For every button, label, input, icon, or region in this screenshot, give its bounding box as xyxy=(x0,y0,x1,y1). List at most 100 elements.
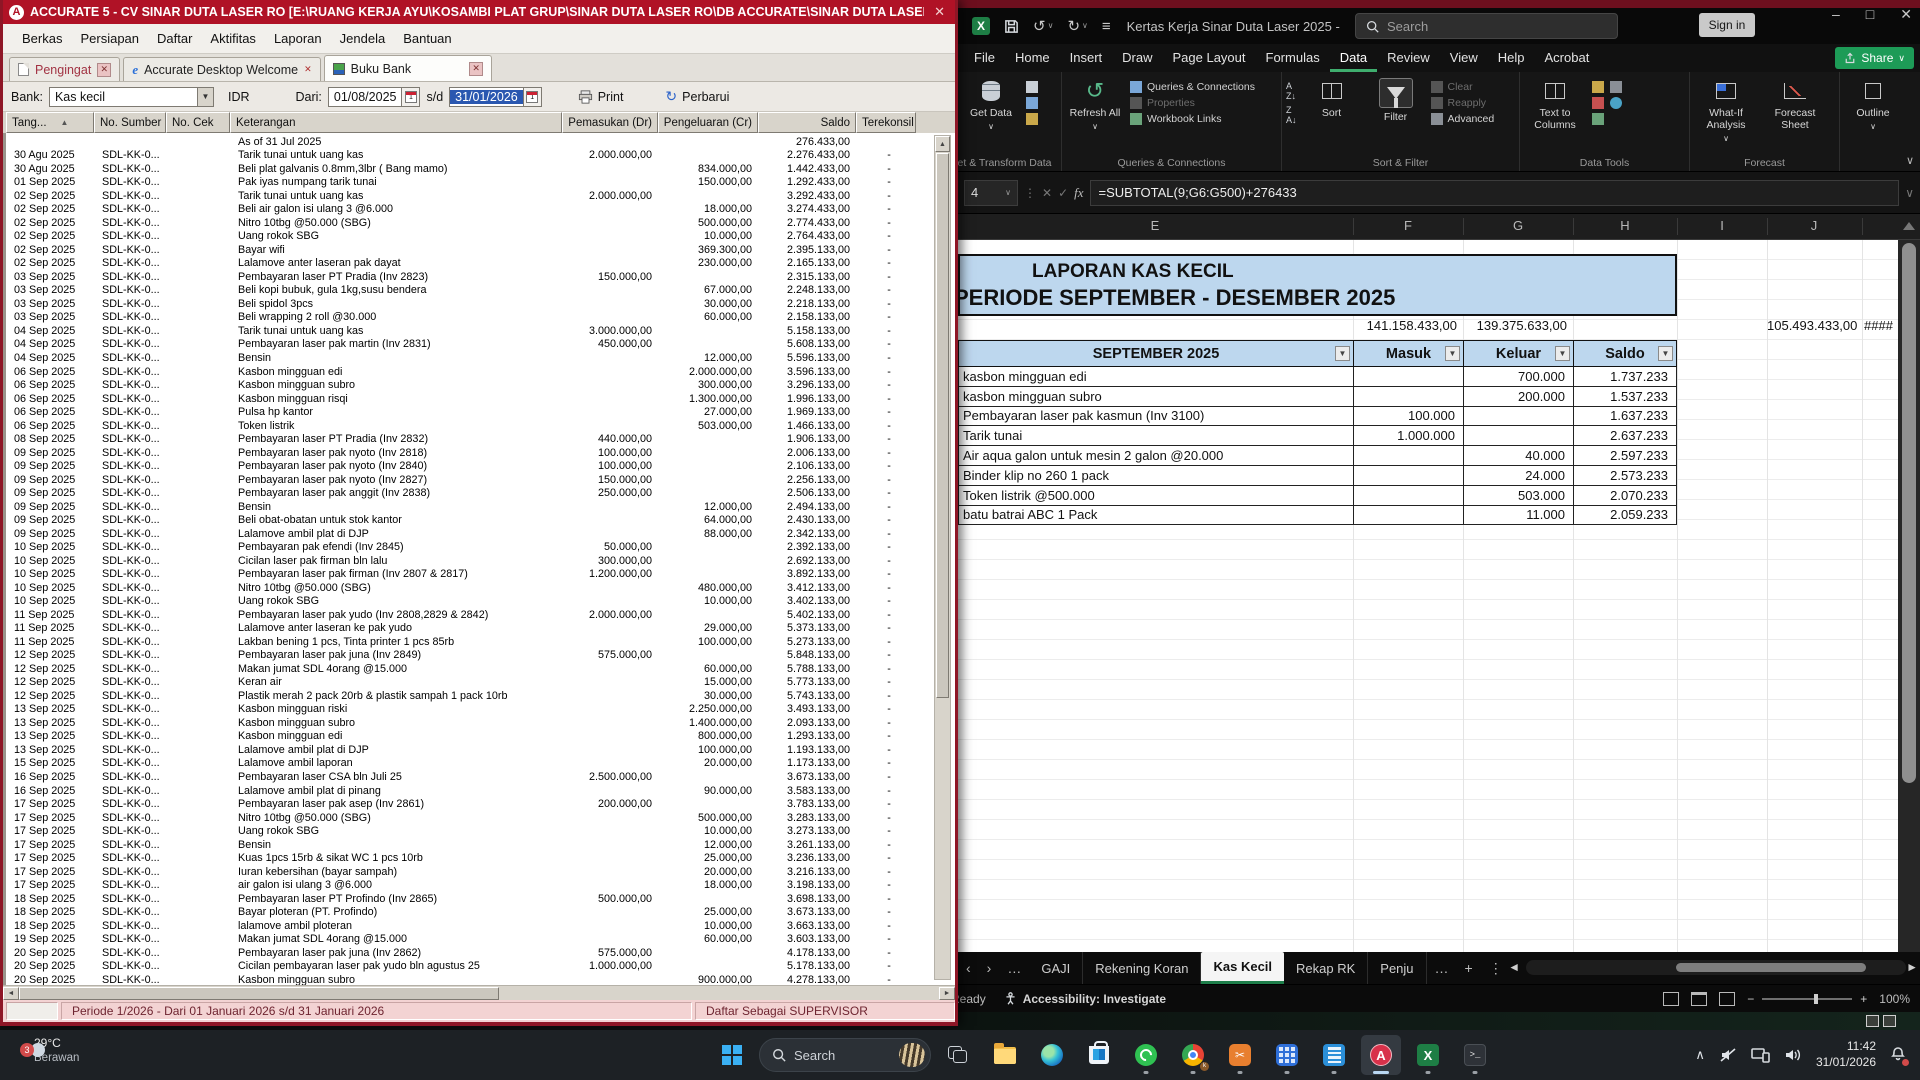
customize-quick-access-icon[interactable]: ≡ xyxy=(1102,19,1111,34)
page-break-view-icon[interactable] xyxy=(1719,992,1735,1006)
maximize-button[interactable]: □ xyxy=(1866,6,1874,23)
whatsapp-button[interactable] xyxy=(1126,1035,1166,1075)
normal-view-icon[interactable] xyxy=(1663,992,1679,1006)
header-no-sumber[interactable]: No. Sumber xyxy=(94,112,166,133)
transaction-row[interactable]: 12 Sep 2025 SDL-KK-0... Pembayaran laser… xyxy=(6,649,955,663)
collapse-ribbon-icon[interactable]: ∨ xyxy=(1906,154,1914,167)
transaction-row[interactable]: 12 Sep 2025 SDL-KK-0... Keran air 15.000… xyxy=(6,676,955,690)
zoom-in-icon[interactable]: + xyxy=(1860,992,1867,1006)
zoom-out-icon[interactable]: − xyxy=(1747,992,1754,1006)
page-layout-view-icon[interactable] xyxy=(1691,992,1707,1006)
transaction-row[interactable]: 13 Sep 2025 SDL-KK-0... Lalamove ambil p… xyxy=(6,743,955,757)
calendar-icon[interactable]: 1 xyxy=(401,88,419,106)
transaction-row[interactable]: 10 Sep 2025 SDL-KK-0... Nitro 10tbg @50.… xyxy=(6,581,955,595)
close-tab-icon[interactable]: ✕ xyxy=(469,62,483,76)
filter-dropdown-icon[interactable]: ▼ xyxy=(1658,346,1673,361)
redo-icon[interactable]: ↻∨ xyxy=(1067,19,1087,34)
sheet-next-icon[interactable]: › xyxy=(979,960,1000,976)
header-keluar[interactable]: Keluar ▼ xyxy=(1464,341,1574,366)
sheet-more-icon[interactable]: … xyxy=(999,960,1029,976)
menu-item[interactable]: Persiapan xyxy=(71,27,148,50)
transaction-row[interactable]: 19 Sep 2025 SDL-KK-0... Makan jumat SDL … xyxy=(6,932,955,946)
ribbon-tab[interactable]: Formulas xyxy=(1256,45,1330,72)
transaction-row[interactable]: As of 31 Jul 2025 276.433,00 xyxy=(6,135,955,149)
transaction-row[interactable]: 16 Sep 2025 SDL-KK-0... Lalamove ambil p… xyxy=(6,784,955,798)
transaction-row[interactable]: 08 Sep 2025 SDL-KK-0... Pembayaran laser… xyxy=(6,432,955,446)
ribbon-tab[interactable]: Acrobat xyxy=(1535,45,1600,72)
ribbon-tab[interactable]: Draw xyxy=(1112,45,1162,72)
outline-button[interactable]: Outline∨ xyxy=(1844,78,1902,131)
filter-dropdown-icon[interactable]: ▼ xyxy=(1335,346,1350,361)
zoom-level[interactable]: 100% xyxy=(1879,992,1910,1006)
store-button[interactable] xyxy=(1079,1035,1119,1075)
transaction-row[interactable]: 11 Sep 2025 SDL-KK-0... Pembayaran laser… xyxy=(6,608,955,622)
transaction-row[interactable]: 06 Sep 2025 SDL-KK-0... Kasbon mingguan … xyxy=(6,378,955,392)
ribbon-tab[interactable]: Help xyxy=(1488,45,1535,72)
menu-item[interactable]: Berkas xyxy=(13,27,71,50)
reapply-button[interactable]: Reapply xyxy=(1431,97,1495,109)
excel-search-box[interactable]: Search xyxy=(1355,13,1618,39)
from-web-icon[interactable] xyxy=(1026,97,1038,109)
transaction-row[interactable]: 18 Sep 2025 SDL-KK-0... Pembayaran laser… xyxy=(6,892,955,906)
print-button[interactable]: Print xyxy=(572,88,630,106)
transaction-row[interactable]: 30 Agu 2025 SDL-KK-0... Tarik tunai untu… xyxy=(6,149,955,163)
calendar-icon[interactable]: 1 xyxy=(523,88,541,106)
scrollbar-thumb[interactable] xyxy=(1676,963,1866,972)
transaction-row[interactable]: 10 Sep 2025 SDL-KK-0... Uang rokok SBG 1… xyxy=(6,595,955,609)
refresh-button[interactable]: ↻ Perbarui xyxy=(659,86,735,107)
notes-app-button[interactable] xyxy=(1314,1035,1354,1075)
scrollbar-thumb[interactable] xyxy=(19,987,499,1000)
date-from-field[interactable]: 01/08/2025 1 xyxy=(328,87,421,107)
transaction-row[interactable]: 17 Sep 2025 SDL-KK-0... air galon isi ul… xyxy=(6,878,955,892)
transaction-list[interactable]: As of 31 Jul 2025 276.433,00 30 Agu 2025… xyxy=(3,133,955,985)
hscroll-left-icon[interactable]: ◄ xyxy=(1508,960,1520,974)
close-tab-icon[interactable]: ✕ xyxy=(304,64,312,75)
menu-item[interactable]: Daftar xyxy=(148,27,201,50)
bank-select[interactable]: Kas kecil ▼ xyxy=(49,87,214,107)
column-header-f[interactable]: F xyxy=(1404,218,1412,233)
zoom-handle[interactable] xyxy=(1814,994,1818,1004)
file-explorer-button[interactable] xyxy=(985,1035,1025,1075)
header-september[interactable]: SEPTEMBER 2025 ▼ xyxy=(959,341,1354,366)
sheet-tab[interactable]: Rekap RK xyxy=(1284,952,1368,984)
filter-dropdown-icon[interactable]: ▼ xyxy=(1445,346,1460,361)
get-data-button[interactable]: Get Data∨ xyxy=(962,78,1020,131)
transaction-row[interactable]: 15 Sep 2025 SDL-KK-0... Lalamove ambil l… xyxy=(6,757,955,771)
scroll-up-icon[interactable] xyxy=(1903,222,1915,230)
header-terekonsil[interactable]: Terekonsil xyxy=(856,112,916,133)
transaction-row[interactable]: 04 Sep 2025 SDL-KK-0... Tarik tunai untu… xyxy=(6,324,955,338)
vertical-scrollbar[interactable] xyxy=(1898,240,1920,952)
muted-icon[interactable] xyxy=(1719,1047,1737,1063)
table-row[interactable]: Pembayaran laser pak kasmun (Inv 3100) 1… xyxy=(958,407,1677,427)
transaction-row[interactable]: 11 Sep 2025 SDL-KK-0... Lalamove anter l… xyxy=(6,622,955,636)
ribbon-tab[interactable]: Data xyxy=(1330,45,1377,72)
transaction-row[interactable]: 02 Sep 2025 SDL-KK-0... Tarik tunai untu… xyxy=(6,189,955,203)
table-row[interactable]: kasbon mingguan edi 700.000 1.737.233 xyxy=(958,367,1677,387)
transaction-row[interactable]: 04 Sep 2025 SDL-KK-0... Pembayaran laser… xyxy=(6,338,955,352)
calculator-button[interactable] xyxy=(1267,1035,1307,1075)
taskbar-search[interactable]: Search xyxy=(759,1038,931,1072)
header-pengeluaran[interactable]: Pengeluaran (Cr) xyxy=(658,112,758,133)
transaction-row[interactable]: 12 Sep 2025 SDL-KK-0... Plastik merah 2 … xyxy=(6,689,955,703)
filter-button[interactable]: Filter xyxy=(1367,78,1425,123)
transaction-row[interactable]: 20 Sep 2025 SDL-KK-0... Kasbon mingguan … xyxy=(6,973,955,985)
transaction-row[interactable]: 06 Sep 2025 SDL-KK-0... Token listrik 50… xyxy=(6,419,955,433)
data-validation-icon[interactable] xyxy=(1592,113,1604,125)
tab-welcome[interactable]: e Accurate Desktop Welcome ✕ xyxy=(123,57,320,81)
transaction-row[interactable]: 13 Sep 2025 SDL-KK-0... Kasbon mingguan … xyxy=(6,703,955,717)
transaction-row[interactable]: 02 Sep 2025 SDL-KK-0... Bayar wifi 369.3… xyxy=(6,243,955,257)
flash-fill-icon[interactable] xyxy=(1592,81,1604,93)
transaction-row[interactable]: 30 Agu 2025 SDL-KK-0... Beli plat galvan… xyxy=(6,162,955,176)
sign-in-button[interactable]: Sign in xyxy=(1699,13,1755,37)
volume-icon[interactable] xyxy=(1784,1047,1802,1063)
clock[interactable]: 11:42 31/01/2026 xyxy=(1816,1039,1876,1070)
menu-item[interactable]: Bantuan xyxy=(394,27,460,50)
formula-input[interactable]: =SUBTOTAL(9;G6:G500)+276433 xyxy=(1090,180,1900,206)
sheet-tab[interactable]: Rekening Koran xyxy=(1083,952,1201,984)
zoom-slider[interactable]: − + xyxy=(1747,992,1867,1006)
scroll-left-icon[interactable]: ◄ xyxy=(3,987,19,1000)
terminal-button[interactable]: >_ xyxy=(1455,1035,1495,1075)
table-row[interactable]: batu batrai ABC 1 Pack 11.000 2.059.233 xyxy=(958,506,1677,526)
column-header-j[interactable]: J xyxy=(1811,218,1818,233)
menu-item[interactable]: Laporan xyxy=(265,27,331,50)
